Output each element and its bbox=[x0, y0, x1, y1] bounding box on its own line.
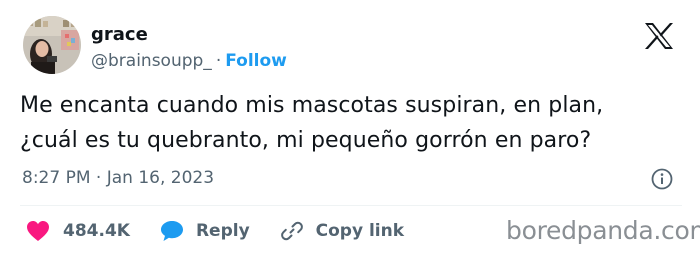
user-handle[interactable]: @brainsoupp_ bbox=[91, 51, 212, 71]
avatar[interactable] bbox=[23, 16, 81, 74]
watermark: boredpanda.com bbox=[506, 216, 700, 245]
tweet-timestamp[interactable]: 8:27 PM · Jan 16, 2023 bbox=[22, 168, 214, 188]
reply-button[interactable]: Reply bbox=[160, 220, 250, 242]
avatar-image bbox=[23, 16, 81, 74]
handle-row: @brainsoupp_ · Follow bbox=[91, 51, 287, 71]
x-logo-icon[interactable] bbox=[644, 22, 674, 50]
separator-dot: · bbox=[215, 51, 222, 71]
heart-icon bbox=[27, 221, 49, 241]
like-count: 484.4K bbox=[63, 221, 130, 241]
tweet-text-line: ¿cuál es tu quebranto, mi pequeño gorrón… bbox=[20, 128, 592, 153]
link-icon bbox=[280, 221, 303, 241]
like-button[interactable]: 484.4K bbox=[26, 220, 130, 242]
reply-label: Reply bbox=[195, 221, 250, 241]
tweet-text: Me encanta cuando mis mascotas suspiran,… bbox=[20, 88, 680, 158]
copy-link-label: Copy link bbox=[315, 221, 405, 241]
display-name[interactable]: grace bbox=[91, 24, 148, 45]
copy-link-button[interactable]: Copy link bbox=[280, 219, 404, 243]
tweet-text-line: Me encanta cuando mis mascotas suspiran,… bbox=[20, 93, 604, 118]
info-icon[interactable] bbox=[651, 168, 673, 190]
follow-button[interactable]: Follow bbox=[225, 51, 287, 71]
action-bar: 484.4K Reply Copy link bbox=[26, 218, 404, 244]
divider bbox=[20, 205, 682, 206]
speech-bubble-icon bbox=[160, 221, 183, 241]
